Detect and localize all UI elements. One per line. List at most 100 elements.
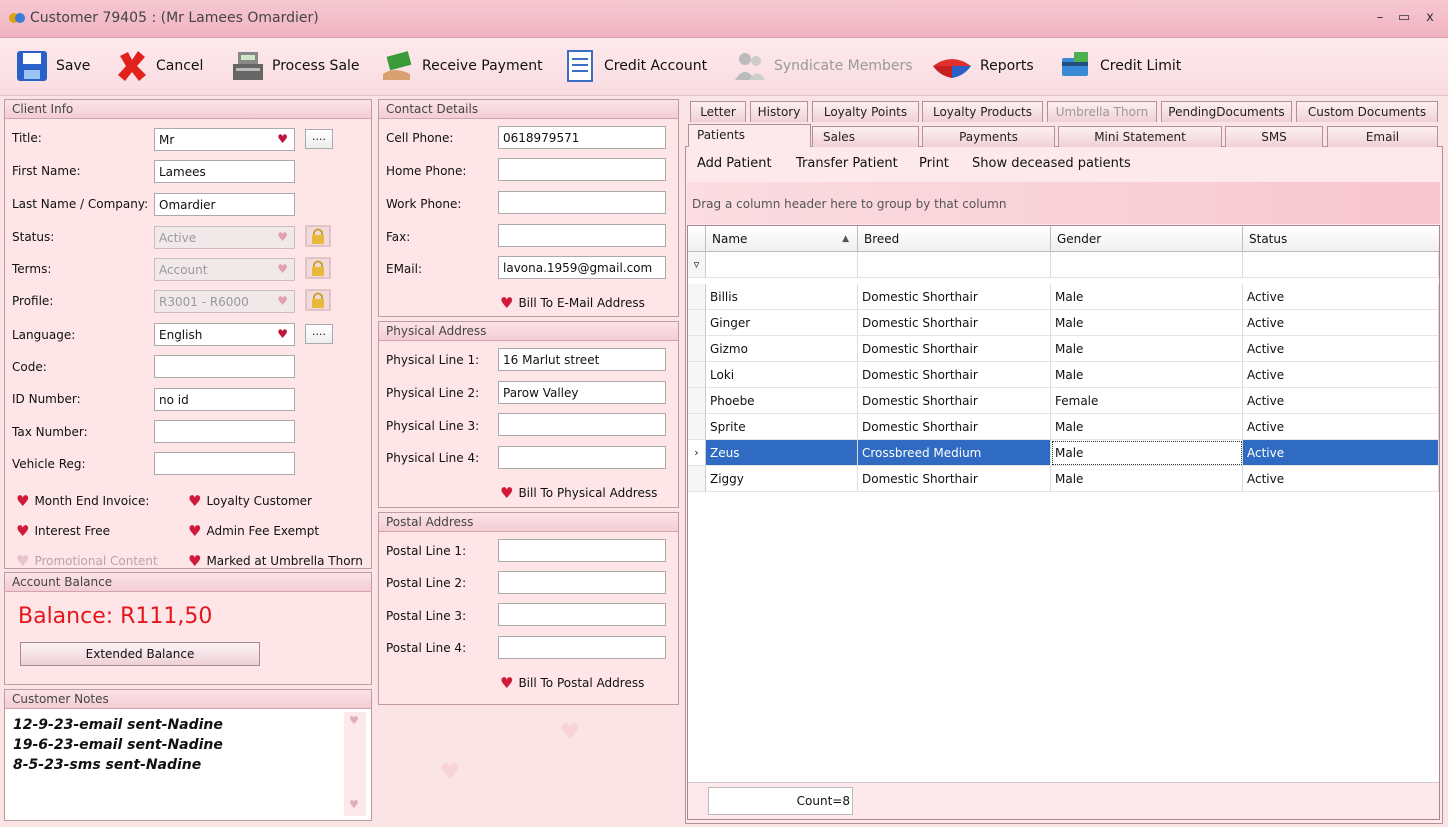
cell-breed[interactable]: Domestic Shorthair: [858, 336, 1051, 362]
tab-custom-documents[interactable]: Custom Documents: [1296, 101, 1438, 122]
bill-to-physical-checkbox[interactable]: ♥ Bill To Physical Address: [500, 484, 657, 502]
loyalty-customer-checkbox[interactable]: ♥ Loyalty Customer: [188, 492, 312, 510]
filter-status-input[interactable]: [1243, 252, 1439, 278]
column-header-status[interactable]: Status: [1243, 226, 1439, 252]
tab-letter[interactable]: Letter: [690, 101, 746, 122]
bill-to-postal-checkbox[interactable]: ♥ Bill To Postal Address: [500, 674, 644, 692]
status-select[interactable]: Active ♥: [154, 226, 295, 249]
cell-status[interactable]: Active: [1243, 414, 1439, 440]
tab-umbrella-thorn[interactable]: Umbrella Thorn: [1047, 101, 1157, 122]
customer-notes-textarea[interactable]: 12-9-23-email sent-Nadine 19-6-23-email …: [13, 715, 223, 775]
filter-name-input[interactable]: [706, 252, 858, 278]
minimize-button[interactable]: –: [1370, 10, 1390, 25]
tab-payments[interactable]: Payments: [922, 126, 1055, 147]
physical-line-4-input[interactable]: [498, 446, 666, 469]
cell-gender[interactable]: Male: [1051, 466, 1243, 492]
group-by-panel[interactable]: Drag a column header here to group by th…: [687, 182, 1440, 224]
tab-mini-statement[interactable]: Mini Statement: [1058, 126, 1222, 147]
cell-name[interactable]: Phoebe: [706, 388, 858, 414]
tax-number-input[interactable]: [154, 420, 295, 443]
postal-line-1-input[interactable]: [498, 539, 666, 562]
cell-status[interactable]: Active: [1243, 284, 1439, 310]
tab-history[interactable]: History: [750, 101, 808, 122]
physical-line-1-input[interactable]: 16 Marlut street: [498, 348, 666, 371]
cell-status[interactable]: Active: [1243, 388, 1439, 414]
cell-status[interactable]: Active: [1243, 310, 1439, 336]
tab-pending-documents[interactable]: PendingDocuments: [1161, 101, 1292, 122]
title-more-button[interactable]: ....: [305, 129, 333, 149]
save-button[interactable]: Save: [14, 46, 90, 86]
fax-input[interactable]: [498, 224, 666, 247]
physical-line-3-input[interactable]: [498, 413, 666, 436]
tab-patients[interactable]: Patients: [688, 124, 811, 147]
cell-gender[interactable]: Male: [1051, 336, 1243, 362]
row-selector[interactable]: [688, 466, 706, 492]
row-selector[interactable]: [688, 336, 706, 362]
cell-name[interactable]: Zeus: [706, 440, 858, 466]
physical-line-2-input[interactable]: Parow Valley: [498, 381, 666, 404]
cell-status[interactable]: Active: [1243, 466, 1439, 492]
cell-status[interactable]: Active: [1243, 336, 1439, 362]
first-name-input[interactable]: Lamees: [154, 160, 295, 183]
promotional-content-checkbox[interactable]: ♥ Promotional Content: [16, 552, 158, 570]
cell-name[interactable]: Ziggy: [706, 466, 858, 492]
lock-icon[interactable]: [305, 225, 331, 247]
postal-line-3-input[interactable]: [498, 603, 666, 626]
row-selector[interactable]: [688, 362, 706, 388]
home-phone-input[interactable]: [498, 158, 666, 181]
cell-gender[interactable]: Male: [1051, 310, 1243, 336]
table-row[interactable]: Gizmo Domestic Shorthair Male Active: [688, 336, 1439, 362]
tab-sms[interactable]: SMS: [1225, 126, 1323, 147]
cell-gender[interactable]: Female: [1051, 388, 1243, 414]
tab-email[interactable]: Email: [1327, 126, 1438, 147]
table-row[interactable]: › Zeus Crossbreed Medium Male Active: [688, 440, 1439, 466]
column-header-name[interactable]: Name ▲: [706, 226, 858, 252]
cell-breed[interactable]: Domestic Shorthair: [858, 466, 1051, 492]
postal-line-4-input[interactable]: [498, 636, 666, 659]
show-deceased-button[interactable]: Show deceased patients: [972, 156, 1131, 171]
row-selector[interactable]: ›: [688, 440, 706, 466]
cell-status[interactable]: Active: [1243, 440, 1439, 466]
tab-loyalty-products[interactable]: Loyalty Products: [922, 101, 1043, 122]
filter-breed-input[interactable]: [858, 252, 1051, 278]
table-row[interactable]: Ginger Domestic Shorthair Male Active: [688, 310, 1439, 336]
lock-icon[interactable]: [305, 257, 331, 279]
vehicle-reg-input[interactable]: [154, 452, 295, 475]
row-selector[interactable]: [688, 388, 706, 414]
cell-name[interactable]: Loki: [706, 362, 858, 388]
maximize-button[interactable]: ▭: [1394, 10, 1414, 25]
credit-limit-button[interactable]: Credit Limit: [1058, 46, 1181, 86]
credit-account-button[interactable]: Credit Account: [562, 46, 707, 86]
table-row[interactable]: Ziggy Domestic Shorthair Male Active: [688, 466, 1439, 492]
cell-breed[interactable]: Domestic Shorthair: [858, 310, 1051, 336]
terms-select[interactable]: Account ♥: [154, 258, 295, 281]
filter-icon[interactable]: ▿: [688, 252, 706, 278]
column-header-gender[interactable]: Gender: [1051, 226, 1243, 252]
print-button[interactable]: Print: [919, 156, 949, 171]
cell-name[interactable]: Sprite: [706, 414, 858, 440]
cell-breed[interactable]: Crossbreed Medium: [858, 440, 1051, 466]
cancel-button[interactable]: Cancel: [114, 46, 203, 86]
extended-balance-button[interactable]: Extended Balance: [20, 642, 260, 666]
tab-loyalty-points[interactable]: Loyalty Points: [812, 101, 919, 122]
add-patient-button[interactable]: Add Patient: [697, 156, 772, 171]
lock-icon[interactable]: [305, 289, 331, 311]
interest-free-checkbox[interactable]: ♥ Interest Free: [16, 522, 110, 540]
last-name-input[interactable]: Omardier: [154, 193, 295, 216]
cell-name[interactable]: Ginger: [706, 310, 858, 336]
month-end-invoice-checkbox[interactable]: ♥ Month End Invoice:: [16, 492, 149, 510]
bill-to-email-checkbox[interactable]: ♥ Bill To E-Mail Address: [500, 294, 645, 312]
receive-payment-button[interactable]: Receive Payment: [380, 46, 543, 86]
cell-breed[interactable]: Domestic Shorthair: [858, 414, 1051, 440]
scroll-down-icon[interactable]: ♥: [349, 798, 359, 811]
email-input[interactable]: lavona.1959@gmail.com: [498, 256, 666, 279]
transfer-patient-button[interactable]: Transfer Patient: [796, 156, 898, 171]
table-row[interactable]: Phoebe Domestic Shorthair Female Active: [688, 388, 1439, 414]
table-row[interactable]: Sprite Domestic Shorthair Male Active: [688, 414, 1439, 440]
umbrella-thorn-checkbox[interactable]: ♥ Marked at Umbrella Thorn: [188, 552, 364, 570]
reports-button[interactable]: Reports: [930, 46, 1034, 86]
title-select[interactable]: Mr ♥: [154, 128, 295, 151]
cell-breed[interactable]: Domestic Shorthair: [858, 362, 1051, 388]
cell-gender[interactable]: Male: [1051, 362, 1243, 388]
admin-fee-exempt-checkbox[interactable]: ♥ Admin Fee Exempt: [188, 522, 319, 540]
